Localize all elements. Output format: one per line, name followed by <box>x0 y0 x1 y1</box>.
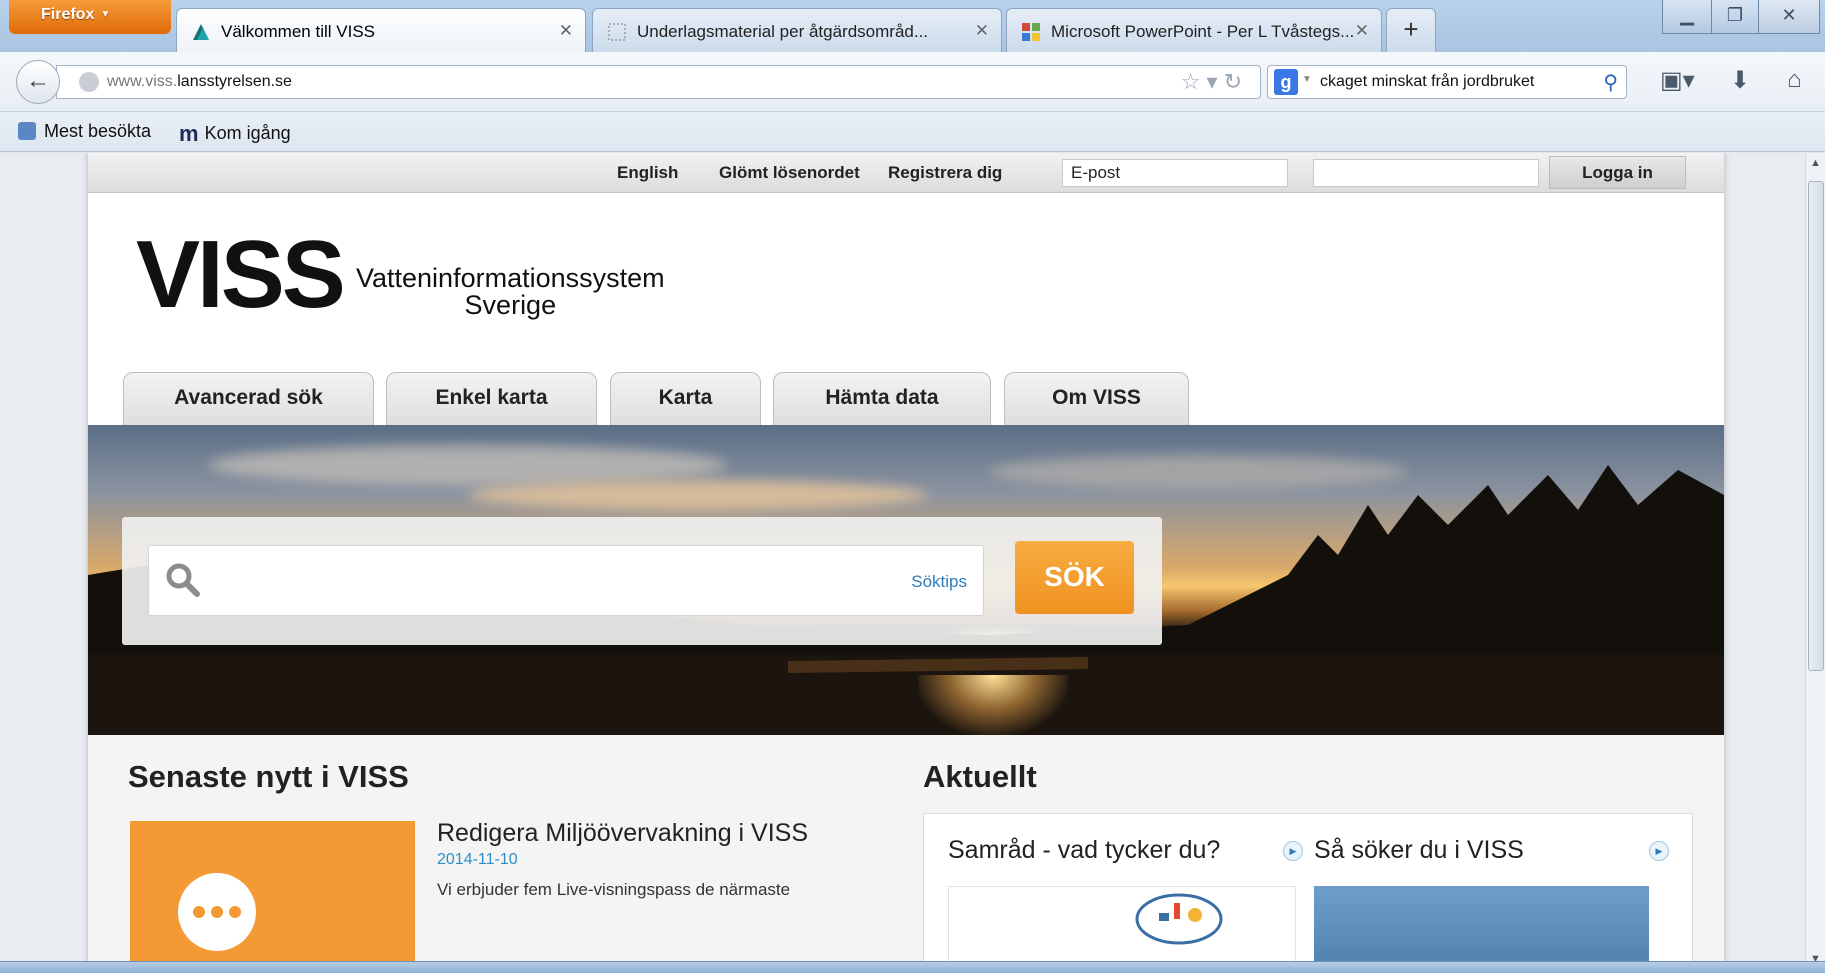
firefox-menu-button[interactable]: Firefox ▼ <box>9 0 171 34</box>
play-arrow-icon[interactable]: ▶ <box>1283 841 1303 861</box>
tab-avancerad-sok[interactable]: Avancerad sök <box>123 372 374 425</box>
tab-label: Microsoft PowerPoint - Per L Tvåstegs... <box>1051 22 1355 41</box>
bookmark-label: Mest besökta <box>44 121 152 141</box>
chat-bubble-icon <box>178 873 256 951</box>
current-box: Samråd - vad tycker du? ▶ Så söker du i … <box>923 813 1693 973</box>
english-link[interactable]: English <box>617 163 678 183</box>
new-tab-button[interactable]: + <box>1386 8 1436 52</box>
blank-page-icon <box>608 23 626 41</box>
consultation-card-title[interactable]: Samråd - vad tycker du? <box>948 836 1220 865</box>
search-guide-card-image[interactable] <box>1314 886 1649 973</box>
search-tips-link[interactable]: Söktips <box>911 572 967 592</box>
news-heading: Senaste nytt i VISS <box>128 759 409 794</box>
hero-lake-sunset-image: Söktips SÖK <box>88 425 1724 735</box>
email-field[interactable]: E-post <box>1062 159 1288 187</box>
speech-bubble-icon <box>1135 893 1223 945</box>
content-section: Senaste nytt i VISS Redigera Miljööverva… <box>88 735 1724 973</box>
bookmarks-menu-icon[interactable]: ▣▾ <box>1660 66 1695 95</box>
scroll-up-icon[interactable]: ▲ <box>1810 157 1821 169</box>
search-bar[interactable]: g ▼ ckaget minskat från jordbruket ⚲ <box>1267 65 1627 99</box>
home-icon[interactable]: ⌂ <box>1787 66 1802 94</box>
tab-powerpoint[interactable]: Microsoft PowerPoint - Per L Tvåstegs...… <box>1006 8 1382 52</box>
windows-taskbar <box>0 961 1825 973</box>
register-link[interactable]: Registrera dig <box>888 163 1002 183</box>
google-icon: g <box>1274 69 1298 95</box>
minimize-button[interactable]: ▁ <box>1662 0 1712 34</box>
search-icon[interactable]: ⚲ <box>1603 70 1618 95</box>
viss-favicon-icon <box>193 24 209 40</box>
logo-subtitle-line1: Vatteninformationssystem <box>356 263 665 293</box>
url-domain: lansstyrelsen.se <box>177 73 292 90</box>
scrollbar-thumb[interactable] <box>1808 181 1824 671</box>
bookmark-most-visited[interactable]: Mest besökta <box>18 121 151 142</box>
dot-icon <box>193 906 205 918</box>
bookmark-label: Kom igång <box>204 123 291 143</box>
search-button[interactable]: SÖK <box>1015 541 1134 614</box>
viss-logo-subtitle: Vatteninformationssystem Sverige <box>356 265 665 319</box>
firefox-menu-label: Firefox <box>41 6 95 23</box>
navigation-toolbar: www.viss.lansstyrelsen.se ☆▾↻ ← g ▼ ckag… <box>0 52 1825 112</box>
globe-icon <box>79 72 99 92</box>
dot-icon <box>229 906 241 918</box>
bookmark-folder-icon <box>18 122 36 140</box>
viss-logo[interactable]: VISS <box>136 227 346 323</box>
arrow-left-icon: ← <box>26 67 50 94</box>
play-arrow-icon[interactable]: ▶ <box>1649 841 1669 861</box>
tab-viss[interactable]: Välkommen till VISS ✕ <box>176 8 586 52</box>
chevron-down-icon: ▼ <box>100 9 111 20</box>
current-heading: Aktuellt <box>923 759 1037 794</box>
news-date: 2014-11-10 <box>437 851 518 868</box>
close-icon[interactable]: ✕ <box>559 21 573 41</box>
search-bar-text: ckaget minskat från jordbruket <box>1320 73 1535 90</box>
top-login-strip: English Glömt lösenordet Registrera dig … <box>88 153 1724 193</box>
browser-titlebar: Firefox ▼ Välkommen till VISS ✕ Underlags… <box>0 0 1825 52</box>
login-button[interactable]: Logga in <box>1549 156 1686 189</box>
tab-underlagsmaterial[interactable]: Underlagsmaterial per åtgärdsområd... ✕ <box>592 8 1002 52</box>
viss-site: English Glömt lösenordet Registrera dig … <box>88 153 1724 973</box>
news-excerpt: Vi erbjuder fem Live-visningspass de när… <box>437 880 791 899</box>
tab-label: Välkommen till VISS <box>221 22 375 41</box>
forgot-password-link[interactable]: Glömt lösenordet <box>719 163 860 183</box>
url-prefix: www.viss. <box>107 73 178 90</box>
bookmarks-toolbar: Mest besökta m Kom igång <box>0 112 1825 152</box>
consultation-card-image[interactable] <box>948 886 1296 973</box>
tab-enkel-karta[interactable]: Enkel karta <box>386 372 597 425</box>
chevron-down-icon[interactable]: ▼ <box>1302 74 1312 85</box>
tab-label: Underlagsmaterial per åtgärdsområd... <box>637 22 929 41</box>
search-guide-card-title[interactable]: Så söker du i VISS <box>1314 836 1524 865</box>
password-field[interactable] <box>1313 159 1539 187</box>
sun-reflection <box>918 675 1068 735</box>
window-close-button[interactable]: ✕ <box>1758 0 1820 34</box>
tab-karta[interactable]: Karta <box>610 372 761 425</box>
back-button[interactable]: ← <box>16 60 60 104</box>
news-title-link[interactable]: Redigera Miljöövervakning i VISS <box>437 819 808 848</box>
search-icon <box>166 563 200 597</box>
maximize-button[interactable]: ❐ <box>1711 0 1759 34</box>
close-icon[interactable]: ✕ <box>1355 21 1369 41</box>
tab-hamta-data[interactable]: Hämta data <box>773 372 991 425</box>
search-input[interactable]: Söktips <box>148 545 984 616</box>
search-panel: Söktips SÖK <box>122 517 1162 645</box>
tab-om-viss[interactable]: Om VISS <box>1004 372 1189 425</box>
news-image[interactable] <box>130 821 415 973</box>
mozilla-icon: m <box>179 121 199 146</box>
logo-subtitle-line2: Sverige <box>464 290 557 320</box>
download-icon[interactable]: ⬇ <box>1730 66 1750 95</box>
bookmark-getting-started[interactable]: m Kom igång <box>179 121 291 147</box>
dot-icon <box>211 906 223 918</box>
bookmark-star-icon[interactable]: ☆▾↻ <box>1181 69 1248 95</box>
page-viewport: English Glömt lösenordet Registrera dig … <box>0 153 1805 973</box>
page-scrollbar[interactable]: ▲ ▼ <box>1805 153 1825 973</box>
close-icon[interactable]: ✕ <box>975 21 989 41</box>
address-bar[interactable]: www.viss.lansstyrelsen.se ☆▾↻ <box>56 65 1261 99</box>
powerpoint-favicon-icon <box>1022 23 1040 41</box>
